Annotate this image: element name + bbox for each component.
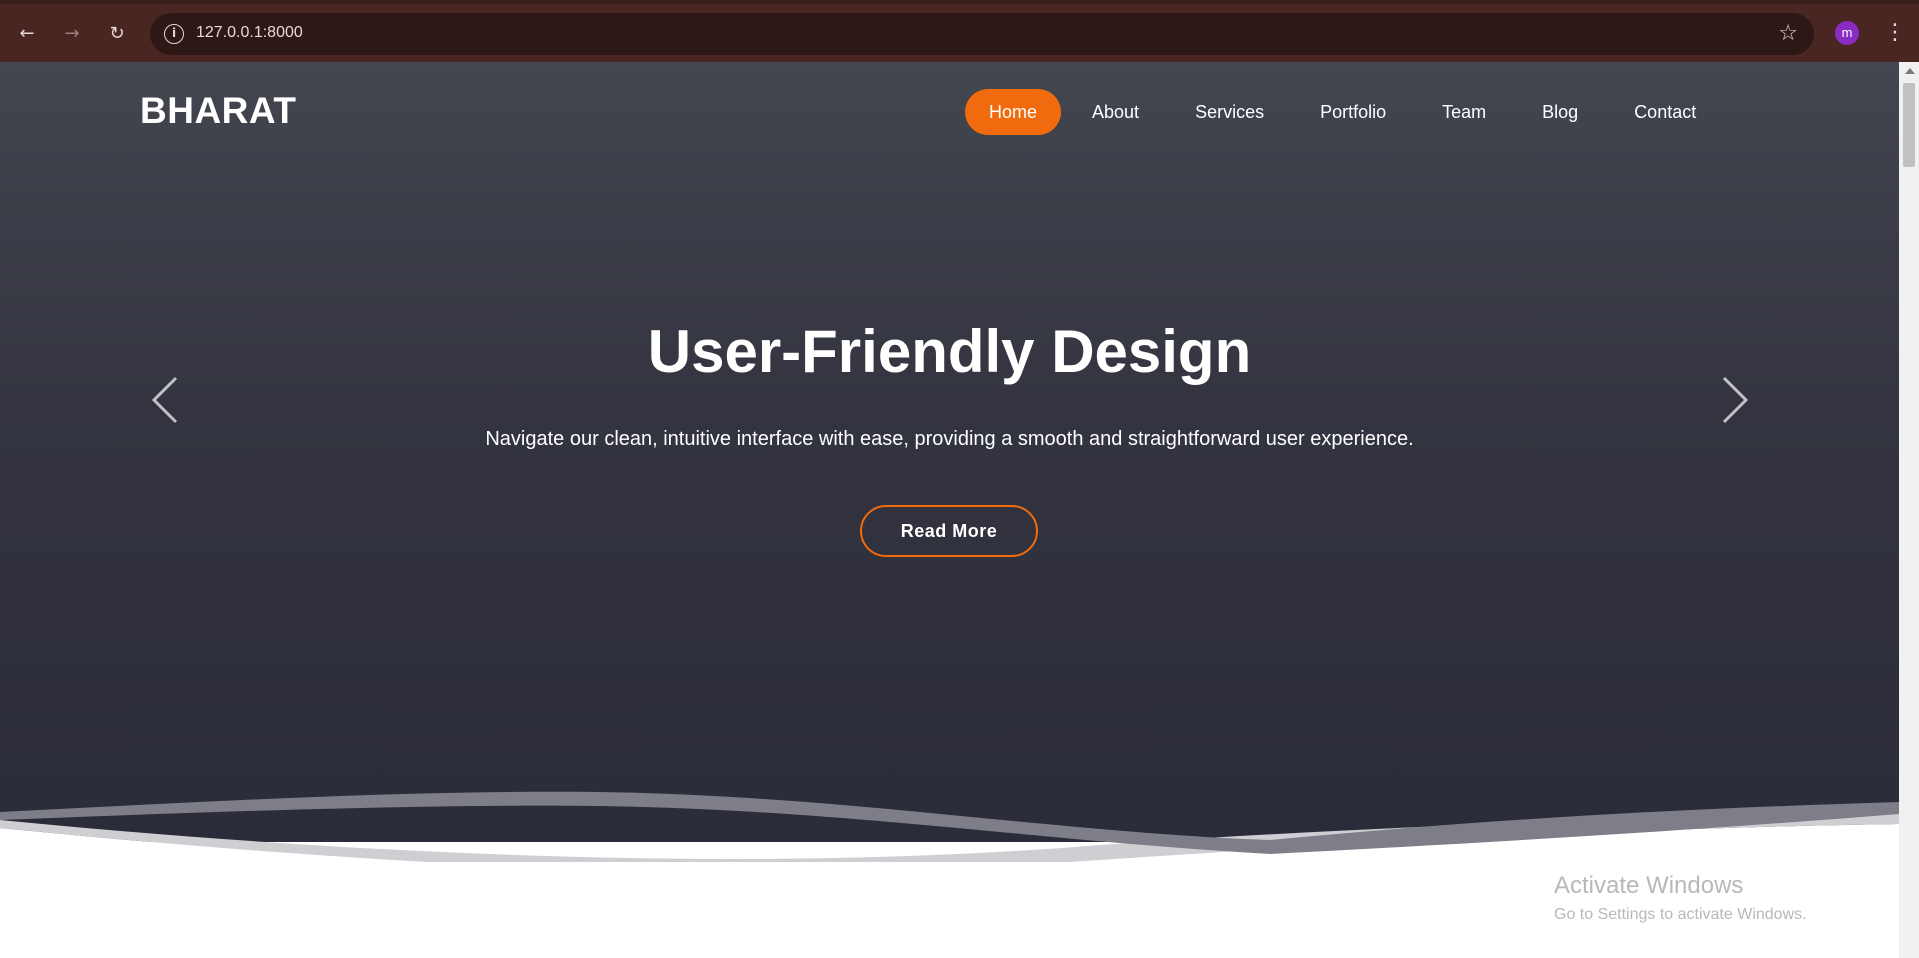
hero-title: User-Friendly Design [647, 318, 1252, 385]
nav-services[interactable]: Services [1170, 89, 1289, 135]
hero-wave [0, 791, 1899, 862]
nav-contact[interactable]: Contact [1609, 89, 1721, 135]
browser-toolbar: ← → ↻ i 127.0.0.1:8000 ☆ m ⋮ [0, 0, 1919, 62]
nav-team[interactable]: Team [1417, 89, 1511, 135]
watermark-title: Activate Windows [1554, 872, 1744, 899]
scroll-up-arrow[interactable] [1905, 68, 1915, 74]
read-more-button[interactable]: Read More [860, 505, 1038, 557]
scroll-thumb[interactable] [1903, 83, 1915, 167]
nav-portfolio[interactable]: Portfolio [1295, 89, 1411, 135]
back-icon[interactable]: ← [11, 17, 43, 49]
main-nav: Home About Services Portfolio Team Blog … [965, 89, 1727, 135]
windows-activation-watermark: Activate Windows Go to Settings to activ… [1554, 872, 1807, 924]
address-bar[interactable]: i 127.0.0.1:8000 ☆ [150, 13, 1814, 55]
hero-text: Navigate our clean, intuitive interface … [485, 428, 1414, 450]
watermark-subtitle: Go to Settings to activate Windows. [1554, 906, 1807, 923]
forward-icon[interactable]: → [56, 17, 88, 49]
menu-icon[interactable]: ⋮ [1884, 18, 1906, 48]
page-viewport: BHARAT Home About Services Portfolio Tea… [0, 62, 1899, 958]
page-scrollbar[interactable] [1899, 62, 1919, 958]
nav-blog[interactable]: Blog [1517, 89, 1603, 135]
profile-avatar[interactable]: m [1835, 21, 1859, 45]
reload-icon[interactable]: ↻ [101, 17, 133, 49]
url-text[interactable]: 127.0.0.1:8000 [196, 24, 303, 42]
info-icon[interactable]: i [164, 24, 184, 44]
site-logo[interactable]: BHARAT [140, 90, 296, 132]
nav-about[interactable]: About [1067, 89, 1164, 135]
tab-strip [0, 0, 1919, 4]
nav-home[interactable]: Home [965, 89, 1062, 135]
hero-section: BHARAT Home About Services Portfolio Tea… [0, 62, 1899, 842]
star-icon[interactable]: ☆ [1778, 21, 1798, 46]
